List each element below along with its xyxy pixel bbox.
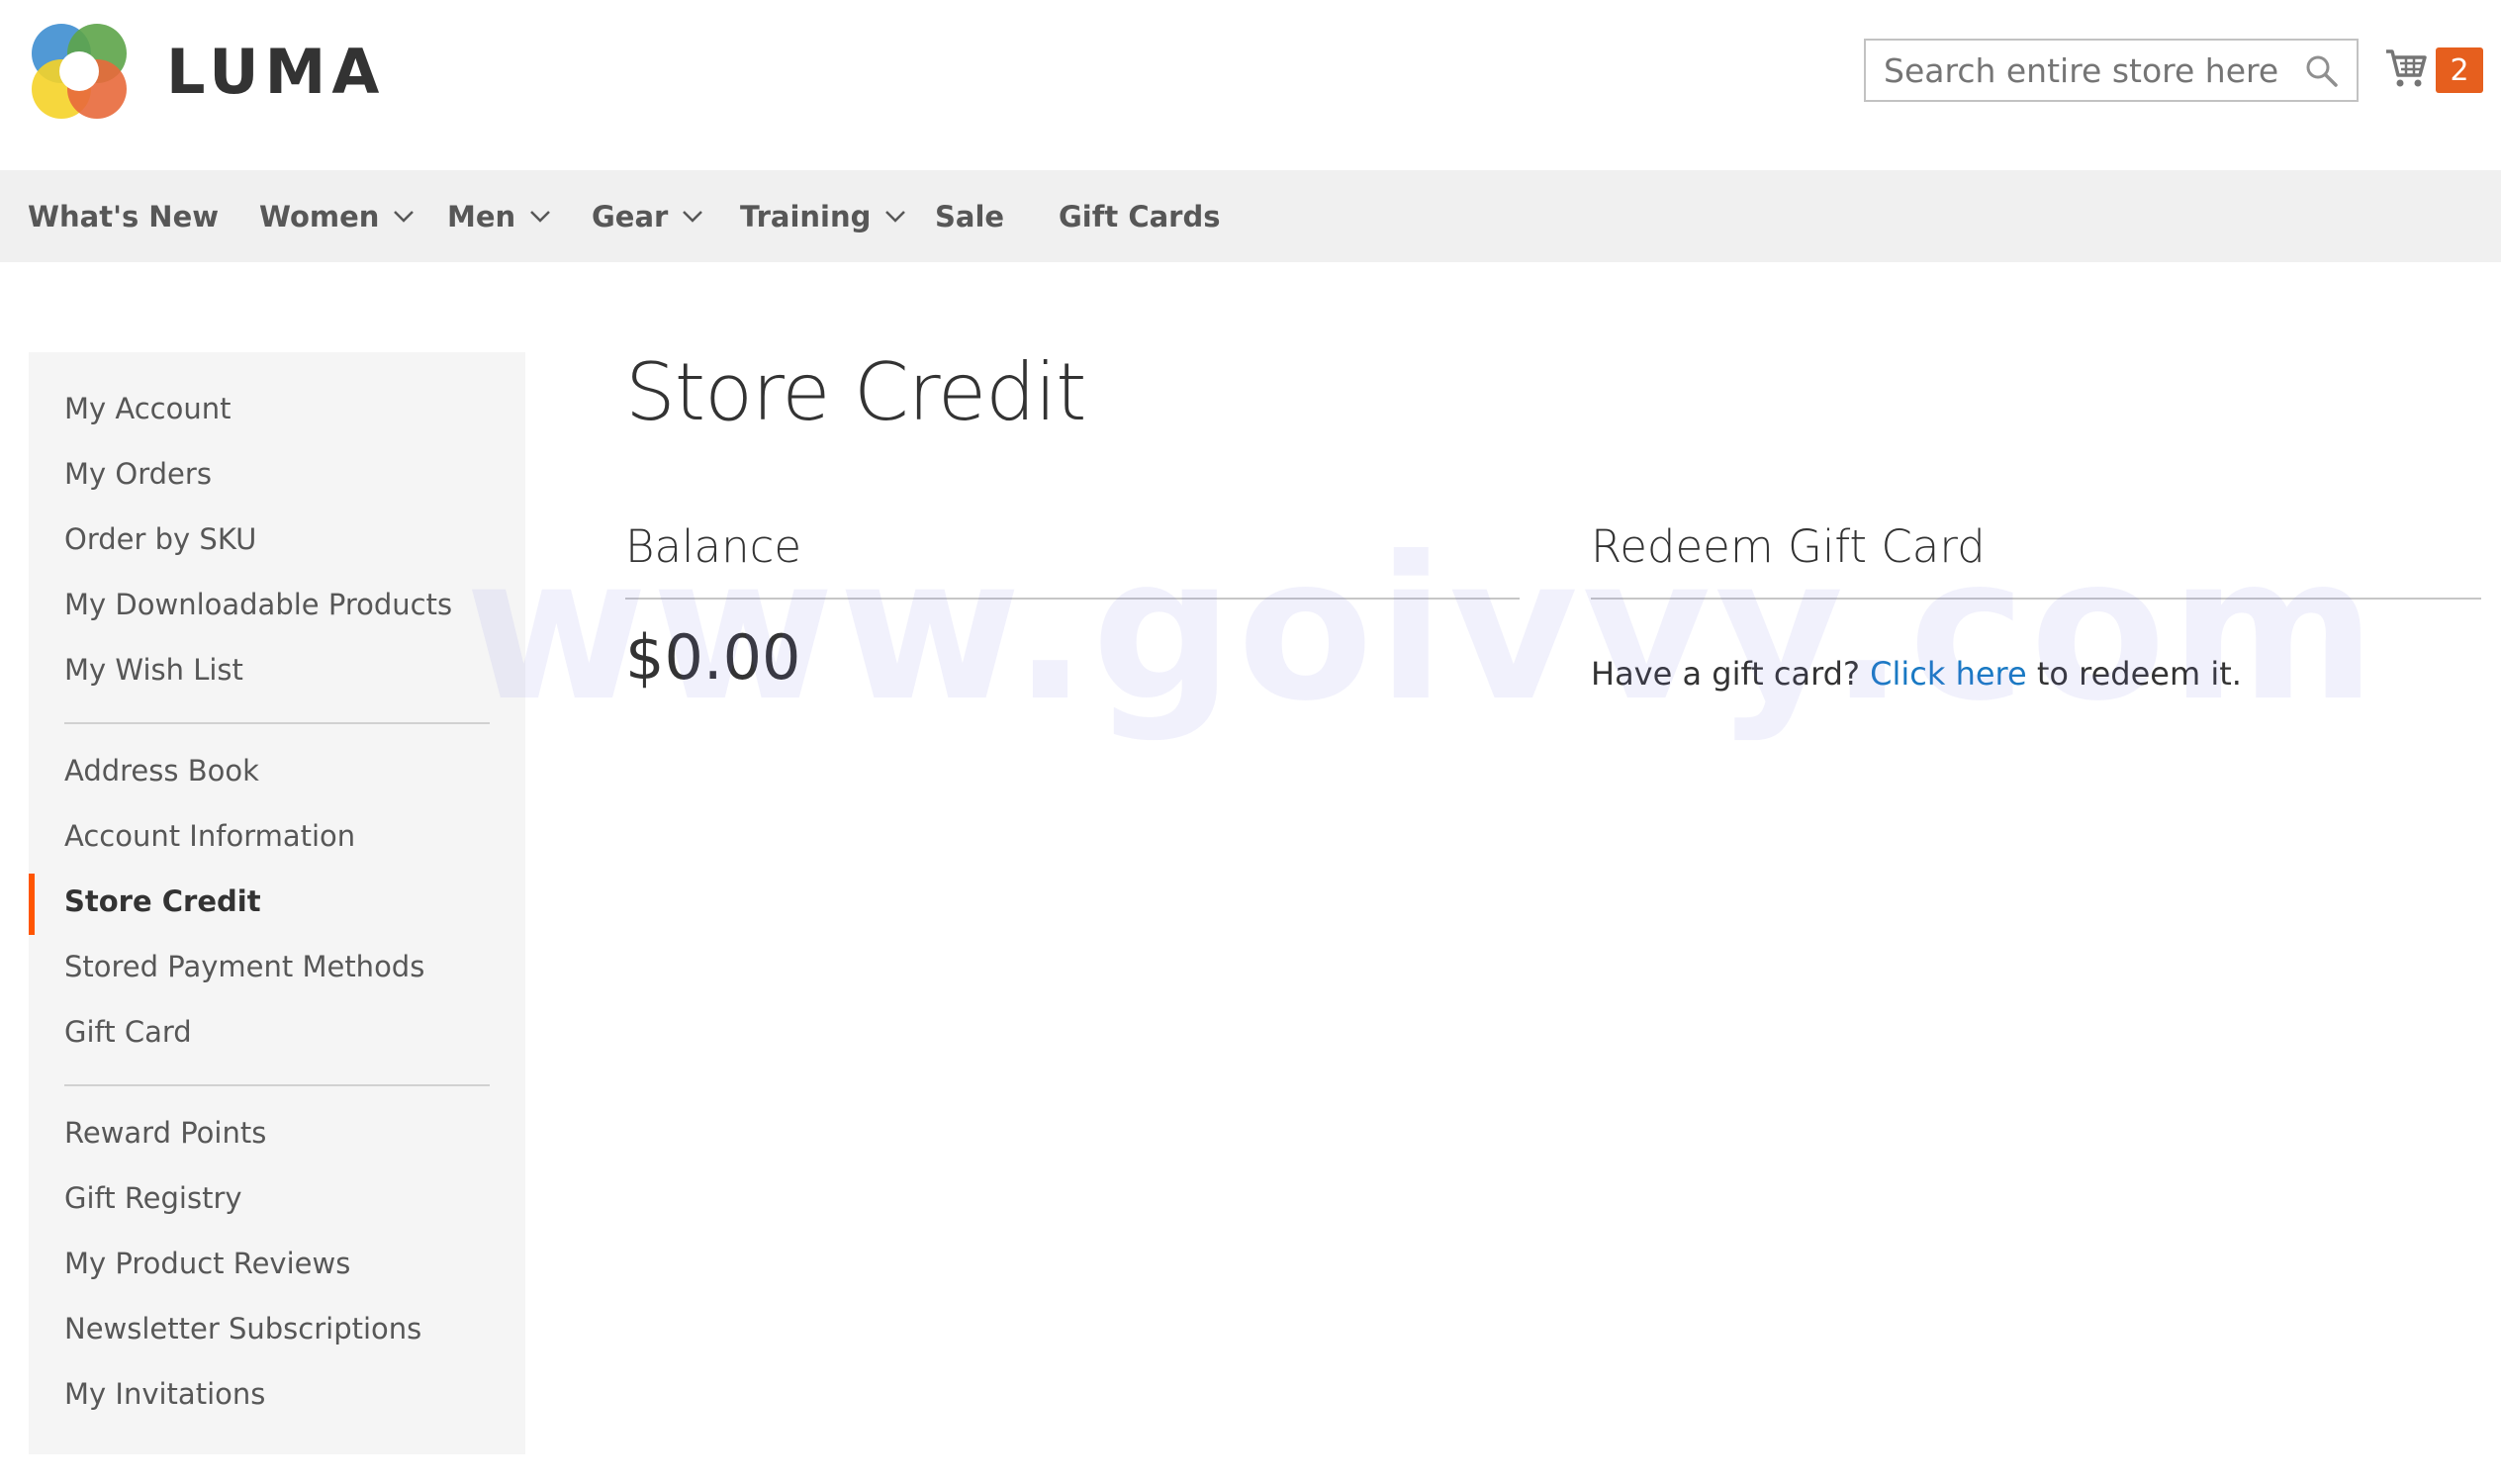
search-input[interactable] bbox=[1866, 41, 2281, 100]
sidebar-divider bbox=[64, 722, 490, 724]
redeem-suffix: to redeem it. bbox=[2026, 655, 2242, 693]
store-credit-balance: $0.00 bbox=[625, 621, 801, 694]
sidebar-item-reward-points[interactable]: Reward Points bbox=[64, 1116, 266, 1150]
chevron-down-icon bbox=[530, 210, 551, 223]
nav-item-label: Training bbox=[740, 199, 872, 233]
sidebar-item-my-orders[interactable]: My Orders bbox=[64, 457, 212, 491]
redeem-block-title: Redeem Gift Card bbox=[1591, 520, 1986, 573]
nav-item-sale[interactable]: Sale bbox=[935, 170, 1059, 262]
redeem-click-here-link[interactable]: Click here bbox=[1870, 655, 2027, 693]
sidebar-item-order-by-sku[interactable]: Order by SKU bbox=[64, 522, 256, 556]
search-box bbox=[1864, 39, 2359, 102]
redeem-prefix: Have a gift card? bbox=[1591, 655, 1871, 693]
logo-text: LUMA bbox=[166, 35, 386, 108]
chevron-down-icon bbox=[683, 210, 703, 223]
search-icon[interactable] bbox=[2305, 54, 2339, 88]
nav-item-women[interactable]: Women bbox=[259, 170, 447, 262]
sidebar-item-store-credit[interactable]: Store Credit bbox=[64, 884, 261, 918]
sidebar-item-gift-registry[interactable]: Gift Registry bbox=[64, 1181, 242, 1215]
store-logo[interactable]: LUMA bbox=[28, 20, 385, 123]
chevron-down-icon bbox=[885, 210, 906, 223]
nav-item-men[interactable]: Men bbox=[447, 170, 592, 262]
nav-item-whats-new[interactable]: What's New bbox=[28, 170, 259, 262]
sidebar-item-my-account[interactable]: My Account bbox=[64, 392, 232, 425]
nav-item-label: Men bbox=[447, 199, 516, 233]
nav-item-gear[interactable]: Gear bbox=[592, 170, 740, 262]
nav-item-label: Sale bbox=[935, 199, 1005, 233]
sidebar-item-my-product-reviews[interactable]: My Product Reviews bbox=[64, 1247, 350, 1280]
nav-item-gift-cards[interactable]: Gift Cards bbox=[1059, 170, 1256, 262]
sidebar-item-my-downloadable-products[interactable]: My Downloadable Products bbox=[64, 588, 452, 621]
page-title: Store Credit bbox=[625, 346, 1086, 438]
balance-block-rule bbox=[625, 598, 1520, 600]
redeem-block-rule bbox=[1591, 598, 2481, 600]
nav-item-label: Women bbox=[259, 199, 380, 233]
sidebar-item-my-invitations[interactable]: My Invitations bbox=[64, 1377, 265, 1411]
nav-item-training[interactable]: Training bbox=[740, 170, 935, 262]
redeem-gift-card-text: Have a gift card? Click here to redeem i… bbox=[1591, 655, 2242, 693]
account-sidebar: My Account My Orders Order by SKU My Dow… bbox=[29, 352, 525, 1454]
sidebar-item-account-information[interactable]: Account Information bbox=[64, 819, 355, 853]
nav-item-label: What's New bbox=[28, 199, 220, 233]
luma-logo-icon bbox=[32, 24, 127, 119]
sidebar-item-stored-payment-methods[interactable]: Stored Payment Methods bbox=[64, 950, 424, 983]
mini-cart[interactable]: 2 bbox=[2384, 44, 2483, 95]
page-header: LUMA 2 bbox=[0, 0, 2501, 170]
main-navigation: What's New Women Men Gear Training Sale … bbox=[0, 170, 2501, 262]
sidebar-item-address-book[interactable]: Address Book bbox=[64, 754, 259, 788]
sidebar-item-newsletter-subscriptions[interactable]: Newsletter Subscriptions bbox=[64, 1312, 421, 1345]
active-item-indicator bbox=[29, 874, 35, 935]
balance-block-title: Balance bbox=[625, 520, 802, 573]
shopping-cart-icon bbox=[2386, 49, 2427, 87]
sidebar-item-my-wish-list[interactable]: My Wish List bbox=[64, 653, 243, 687]
nav-item-label: Gear bbox=[592, 199, 669, 233]
sidebar-item-gift-card[interactable]: Gift Card bbox=[64, 1015, 192, 1049]
cart-count-badge: 2 bbox=[2436, 47, 2483, 93]
sidebar-divider bbox=[64, 1084, 490, 1086]
chevron-down-icon bbox=[394, 210, 415, 223]
nav-item-label: Gift Cards bbox=[1059, 199, 1221, 233]
